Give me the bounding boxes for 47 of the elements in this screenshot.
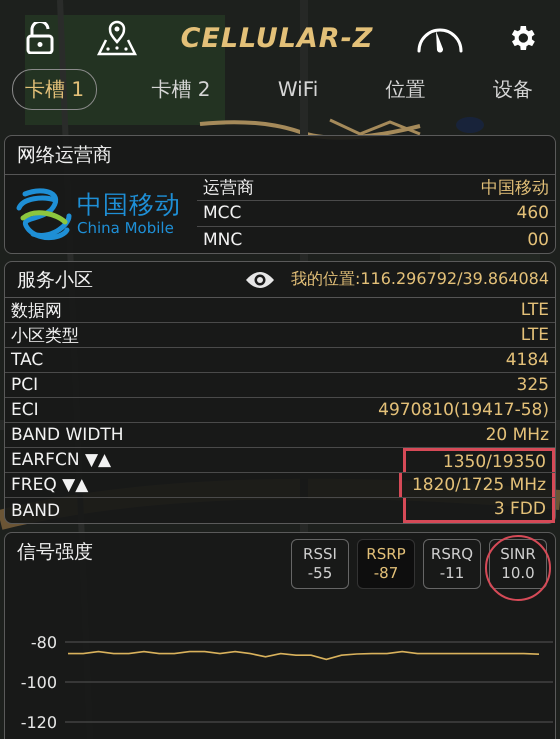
field-label: 运营商 [202,176,254,199]
axis-label: -120 [20,713,57,732]
operator-logo-text: 中国移动 [77,190,181,219]
field-label: FREQ ▼▲ [10,475,88,496]
tab[interactable]: 卡槽 1 [12,68,98,110]
panel-title: 网络运营商 [16,142,113,168]
metric-tab[interactable]: RSRQ -11 [423,539,481,590]
field-value: 3 FDD [403,498,555,524]
map-pin-icon[interactable] [96,20,138,56]
field-value: LTE [520,299,550,322]
panel-title: 信号强度 [17,540,93,566]
field-value: 4970810(19417-58) [377,399,550,422]
field-value: LTE [520,324,550,348]
tab[interactable]: 设备 [480,68,546,110]
field-label: BAND WIDTH [10,425,124,446]
metric-tab[interactable]: RSRP -87 [357,539,415,590]
location-text: 我的位置:116.296792/39.864084 [290,269,549,290]
field-value: 00 [526,228,550,252]
app-logo: CELLULAR-Z [180,22,374,54]
axis-label: -100 [20,673,57,692]
tab[interactable]: 位置 [372,68,439,110]
field-value: 中国移动 [480,176,550,200]
operator-logo-text: China Mobile [77,218,175,237]
field-value: 325 [516,374,550,398]
eye-icon[interactable] [244,270,275,290]
field-value: 1820/1725 MHz [398,473,555,498]
field-label: TAC [10,350,44,370]
metric-tab[interactable]: SINR 10.0 [489,539,547,590]
tab[interactable]: 卡槽 2 [138,68,224,110]
field-label: 数据网 [10,300,62,322]
field-label: PCI [10,375,38,396]
field-label: ECI [10,400,39,420]
field-label: 小区类型 [10,324,79,347]
field-label: BAND [10,500,60,521]
metric-tab[interactable]: RSSI -55 [291,539,349,590]
field-value: 20 MHz [484,424,550,448]
panel-title: 服务小区 [17,268,93,293]
field-label: MCC [202,203,242,224]
axis-label: -80 [30,633,57,652]
field-value: 1350/19350 [403,448,555,472]
field-label: EARFCN ▼▲ [10,450,112,470]
operator-logo-icon [15,186,73,242]
tab[interactable]: WiFi [264,70,332,108]
field-value: 460 [516,202,550,226]
field-label: MNC [202,230,242,250]
field-value: 4184 [504,349,550,372]
lock-icon[interactable] [26,22,54,54]
